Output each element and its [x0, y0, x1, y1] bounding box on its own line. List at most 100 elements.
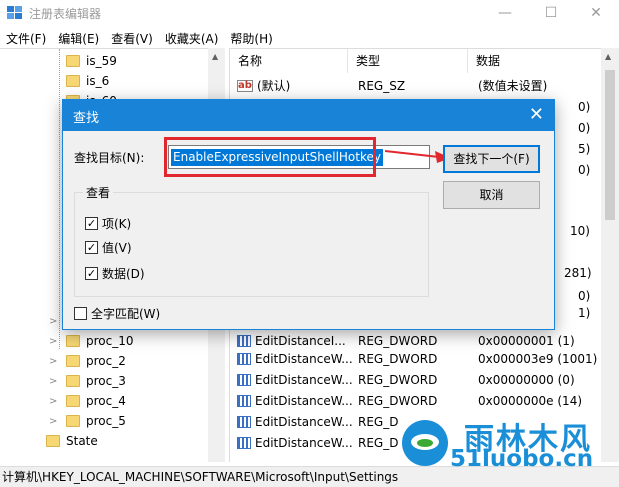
folder-icon [46, 435, 60, 447]
value-type: REG_DWORD [358, 372, 438, 387]
value-row[interactable]: EditDistanceW... REG_DWORD 0x000003e9 (1… [230, 348, 602, 369]
option-match-whole[interactable]: 全字匹配(W) [74, 305, 160, 322]
find-next-button[interactable]: 查找下一个(F) [443, 145, 540, 173]
tree-item[interactable]: proc_10 [66, 331, 134, 351]
window-title: 注册表编辑器 [29, 7, 102, 21]
values-scroll-thumb[interactable] [605, 70, 615, 220]
find-dialog: 查找 ✕ 查找目标(N): EnableExpressiveInputShell… [62, 99, 555, 330]
keys-checkbox[interactable]: ✓ [85, 217, 98, 230]
tree-item[interactable]: proc_4 [66, 391, 126, 411]
tree-item[interactable]: is_59 [66, 51, 117, 71]
menu-edit[interactable]: 编辑(E) [52, 27, 99, 48]
tree-item-label: State [66, 434, 98, 448]
values-checkbox[interactable]: ✓ [85, 241, 98, 254]
dialog-title-bar[interactable]: 查找 ✕ [63, 100, 554, 131]
values-checkbox-label: 值(V) [102, 241, 132, 255]
match-whole-checkbox[interactable] [74, 307, 87, 320]
value-name: EditDistanceW... [255, 393, 353, 408]
values-scrollbar[interactable]: ▲ [601, 48, 619, 462]
value-data: 0x000003e9 (1001) [478, 351, 598, 366]
value-name: EditDistanceW... [255, 435, 353, 450]
tree-item-label: proc_5 [86, 414, 126, 428]
expand-arrow-icon[interactable]: > [49, 396, 57, 407]
value-name: EditDistanceW... [255, 372, 353, 387]
tree-item[interactable]: proc_3 [66, 371, 126, 391]
value-type: REG_D [358, 435, 399, 450]
watermark-globe-icon [402, 420, 448, 466]
value-data: 281) [564, 265, 592, 280]
value-type: REG_DWORD [358, 393, 438, 408]
tree-guide-line [59, 49, 60, 349]
value-name: EditDistanceI... [255, 333, 346, 348]
dword-value-icon [237, 436, 251, 449]
tree-item[interactable]: is_6 [66, 71, 109, 91]
value-type: REG_DWORD [358, 333, 438, 348]
tree-item-state[interactable]: State [46, 431, 98, 451]
watermark-leaf-icon [411, 434, 439, 450]
option-values[interactable]: ✓ 值(V) [85, 239, 132, 256]
menu-bar: 文件(F) 编辑(E) 查看(V) 收藏夹(A) 帮助(H) [0, 27, 619, 48]
tree-item-label: proc_10 [86, 334, 134, 348]
value-data: (数值未设置) [478, 79, 548, 93]
folder-icon [66, 375, 80, 387]
dialog-close-icon[interactable]: ✕ [529, 104, 544, 125]
scroll-up-icon[interactable]: ▲ [212, 52, 218, 61]
folder-icon [66, 395, 80, 407]
column-header-data[interactable]: 数据 [468, 49, 602, 73]
scroll-up-icon[interactable]: ▲ [605, 52, 611, 61]
folder-icon [66, 335, 80, 347]
value-row[interactable]: ab (默认) REG_SZ (数值未设置) [230, 75, 602, 96]
value-data: 0x00000001 (1) [478, 333, 575, 348]
tree-item[interactable]: proc_5 [66, 411, 126, 431]
find-what-label: 查找目标(N): [74, 151, 145, 165]
value-data: 0) [578, 120, 591, 135]
minimize-button[interactable]: — [482, 0, 528, 27]
title-bar: 注册表编辑器 — ☐ ✕ [0, 0, 619, 27]
cancel-button[interactable]: 取消 [443, 181, 540, 209]
expand-arrow-icon[interactable]: > [49, 356, 57, 367]
column-header-type[interactable]: 类型 [348, 49, 468, 73]
menu-view[interactable]: 查看(V) [105, 27, 153, 48]
folder-icon [66, 55, 80, 67]
value-row[interactable]: EditDistanceW... REG_DWORD 0x0000000e (1… [230, 390, 602, 411]
close-button[interactable]: ✕ [573, 0, 619, 27]
option-data[interactable]: ✓ 数据(D) [85, 265, 145, 282]
keys-checkbox-label: 项(K) [102, 217, 132, 231]
menu-help[interactable]: 帮助(H) [224, 27, 272, 48]
data-checkbox[interactable]: ✓ [85, 267, 98, 280]
red-highlight-box [164, 137, 376, 177]
value-row[interactable]: EditDistanceW... REG_DWORD 0x00000000 (0… [230, 369, 602, 390]
value-data: 5) [578, 141, 591, 156]
folder-icon [66, 355, 80, 367]
menu-favorites[interactable]: 收藏夹(A) [159, 27, 219, 48]
string-value-icon: ab [237, 79, 253, 92]
expand-arrow-icon[interactable]: > [49, 316, 57, 327]
value-name: EditDistanceW... [255, 414, 353, 429]
look-at-label: 查看 [83, 184, 114, 201]
value-data: 0) [578, 99, 591, 114]
value-data: 0) [578, 288, 591, 303]
value-data: 0x0000000e (14) [478, 393, 583, 408]
look-at-group: 查看 ✓ 项(K) ✓ 值(V) ✓ 数据(D) [74, 184, 429, 297]
option-keys[interactable]: ✓ 项(K) [85, 215, 131, 232]
folder-icon [66, 415, 80, 427]
regedit-app-icon [7, 6, 22, 19]
value-type: REG_DWORD [358, 351, 438, 366]
dialog-title: 查找 [73, 111, 100, 126]
tree-item-label: proc_4 [86, 394, 126, 408]
match-whole-label: 全字匹配(W) [91, 307, 161, 321]
dword-value-icon [237, 373, 251, 386]
value-name: (默认) [257, 79, 291, 93]
column-header-name[interactable]: 名称 [230, 49, 348, 73]
value-type: REG_D [358, 414, 399, 429]
expand-arrow-icon[interactable]: > [49, 336, 57, 347]
dword-value-icon [237, 394, 251, 407]
expand-arrow-icon[interactable]: > [49, 416, 57, 427]
tree-item[interactable]: proc_2 [66, 351, 126, 371]
menu-file[interactable]: 文件(F) [0, 27, 46, 48]
value-data: 1) [578, 305, 591, 320]
tree-item-label: is_6 [86, 74, 110, 88]
expand-arrow-icon[interactable]: > [49, 376, 57, 387]
maximize-button[interactable]: ☐ [528, 0, 574, 27]
dword-value-icon [237, 334, 251, 347]
